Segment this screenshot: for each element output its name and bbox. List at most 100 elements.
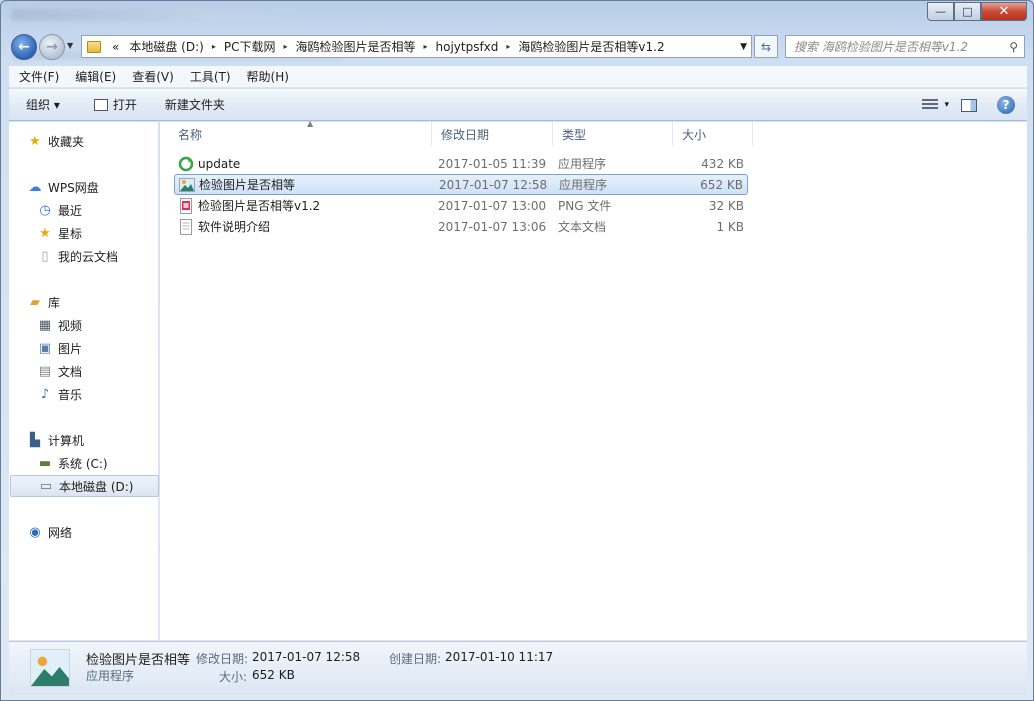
menu-help[interactable]: 帮助(H) [239, 68, 297, 85]
back-arrow-icon: ← [18, 39, 30, 55]
system-drive-icon: ▬ [38, 455, 52, 471]
file-size: 432 KB [701, 156, 744, 171]
help-icon[interactable]: ? [997, 96, 1015, 114]
address-bar[interactable]: « 本地磁盘 (D:) ▸ PC下载网 ▸ 海鸥检验图片是否相等 ▸ hojyt… [81, 35, 752, 58]
new-folder-button[interactable]: 新建文件夹 [156, 93, 234, 117]
breadcrumb-separator-icon[interactable]: ▸ [420, 42, 430, 51]
sidebar-item-label: 视频 [58, 318, 83, 333]
library-folder-icon: ▰ [30, 294, 40, 310]
file-name: 软件说明介绍 [198, 220, 271, 234]
table-row[interactable]: 检验图片是否相等v1.2 2017-01-07 13:00 PNG 文件 32 … [174, 195, 748, 216]
view-options-icon[interactable] [922, 99, 939, 111]
breadcrumb-drive-d[interactable]: 本地磁盘 (D:) [124, 38, 208, 55]
sidebar-item-label: 系统 (C:) [58, 456, 108, 471]
toolbar-right: ▾ ? [922, 89, 1027, 121]
sidebar-item-favorites[interactable]: ★ 收藏夹 [27, 130, 176, 152]
file-modified: 2017-01-07 12:58 [439, 177, 548, 192]
open-icon [93, 98, 108, 111]
network-icon: ◉ [29, 524, 41, 540]
menu-tools[interactable]: 工具(T) [182, 68, 239, 85]
folder-icon [87, 40, 101, 53]
refresh-button[interactable]: ⇆ [754, 35, 778, 58]
column-header-type[interactable]: 类型 [553, 122, 673, 146]
sidebar-item-label: 最近 [58, 203, 83, 218]
close-button[interactable]: ✕ [981, 2, 1027, 21]
menu-view[interactable]: 查看(V) [124, 68, 182, 85]
file-size: 652 KB [700, 177, 743, 192]
forward-arrow-icon: → [46, 39, 58, 55]
details-created-label: 创建日期: [389, 652, 442, 666]
table-row[interactable]: 检验图片是否相等 2017-01-07 12:58 应用程序 652 KB [174, 174, 748, 195]
minimize-button[interactable]: — [927, 2, 954, 21]
breadcrumb-subfolder[interactable]: hojytpsfxd [431, 40, 504, 54]
back-button[interactable]: ← [11, 34, 37, 60]
sidebar-item-label: 星标 [58, 226, 83, 241]
menu-bar: 文件(F) 编辑(E) 查看(V) 工具(T) 帮助(H) [9, 66, 1027, 88]
table-row[interactable]: 软件说明介绍 2017-01-07 13:06 文本文档 1 KB [174, 216, 748, 237]
blurred-title-text [11, 9, 291, 21]
music-icon: ♪ [40, 386, 50, 402]
sidebar-item-label: WPS网盘 [48, 180, 99, 195]
sidebar-item-wps[interactable]: ☁ WPS网盘 [27, 176, 176, 198]
png-icon [180, 197, 192, 214]
sidebar-item-library[interactable]: ▰ 库 [27, 291, 176, 313]
sort-ascending-icon: ▲ [307, 119, 314, 128]
column-header-size[interactable]: 大小 [673, 122, 753, 146]
breadcrumb-separator-icon[interactable]: ▸ [503, 42, 513, 51]
sidebar-item-label: 我的云文档 [58, 249, 119, 264]
star-icon: ★ [29, 133, 41, 149]
cloud-icon: ☁ [28, 179, 42, 195]
sidebar-item-label: 收藏夹 [48, 134, 85, 149]
open-button[interactable]: 打开 [85, 93, 146, 117]
maximize-button[interactable]: □ [954, 2, 981, 21]
details-pane: 检验图片是否相等 应用程序 修改日期: 2017-01-07 12:58 创建日… [9, 641, 1027, 695]
preview-pane-icon[interactable] [961, 98, 977, 112]
menu-edit[interactable]: 编辑(E) [67, 68, 124, 85]
breadcrumb-current[interactable]: 海鸥检验图片是否相等v1.2 [513, 38, 669, 55]
file-list: 名称 ▲ 修改日期 类型 大小 update 2017-01-05 11:39 … [160, 119, 1027, 640]
file-type: 应用程序 [559, 178, 608, 192]
update-icon [178, 156, 194, 171]
file-type: 文本文档 [558, 220, 607, 234]
organize-button[interactable]: 组织 ▾ [17, 93, 69, 117]
column-header-modified[interactable]: 修改日期 [432, 122, 553, 146]
file-type: PNG 文件 [558, 199, 612, 213]
column-label: 修改日期 [441, 127, 490, 142]
breadcrumb-separator-icon[interactable]: ▸ [280, 42, 290, 51]
file-size: 1 KB [716, 219, 744, 234]
details-created-value: 2017-01-10 11:17 [445, 650, 554, 664]
document-icon: ▤ [38, 363, 52, 379]
command-bar: 组织 ▾ 打开 新建文件夹 ▾ ? [9, 89, 1027, 121]
open-label: 打开 [112, 98, 137, 112]
search-input[interactable]: 搜索 海鸥检验图片是否相等v1.2 ⚲ [785, 35, 1025, 58]
table-row[interactable]: update 2017-01-05 11:39 应用程序 432 KB [174, 153, 748, 174]
sidebar-item-label: 计算机 [48, 433, 85, 448]
breadcrumb-pc-download[interactable]: PC下载网 [219, 38, 281, 55]
drive-icon: ▭ [39, 478, 53, 494]
file-size: 32 KB [708, 198, 744, 213]
column-header-name[interactable]: 名称 ▲ [169, 119, 432, 146]
forward-button[interactable]: → [39, 34, 65, 60]
search-icon[interactable]: ⚲ [1009, 40, 1018, 54]
breadcrumb-app-folder[interactable]: 海鸥检验图片是否相等 [290, 38, 420, 55]
menu-file[interactable]: 文件(F) [11, 68, 67, 85]
details-size-label: 大小: [219, 670, 248, 684]
address-dropdown-icon[interactable]: ▼ [740, 42, 751, 52]
sidebar-item-drive-d[interactable]: ▭ 本地磁盘 (D:) [10, 475, 159, 497]
navigation-pane: ★ 收藏夹 ☁ WPS网盘 ◷ 最近 ★ 星标 ▯ 我的云文档 ▰ 库 ▦ 视频 ▣ 图片 ▤ 文… [9, 122, 159, 640]
breadcrumb-separator-icon[interactable]: ▸ [209, 42, 219, 51]
app-image-icon [30, 649, 70, 687]
file-modified: 2017-01-05 11:39 [438, 156, 547, 171]
sidebar-item-label: 图片 [58, 341, 83, 356]
details-modified-label: 修改日期: [196, 652, 249, 666]
breadcrumb-overflow[interactable]: « [107, 40, 124, 54]
sidebar-item-network[interactable]: ◉ 网络 [27, 521, 176, 543]
explorer-window: — □ ✕ ← → ▼ « 本地磁盘 (D:) ▸ PC下载网 ▸ 海鸥检验图片… [0, 0, 1034, 701]
sidebar-item-computer[interactable]: ▙ 计算机 [27, 429, 176, 451]
details-file-type: 应用程序 [86, 669, 135, 683]
sidebar-item-label: 音乐 [58, 387, 83, 402]
sidebar-item-label: 网络 [48, 525, 73, 540]
view-dropdown-icon[interactable]: ▾ [944, 100, 949, 110]
recent-pages-dropdown[interactable]: ▼ [67, 41, 73, 50]
file-name: 检验图片是否相等v1.2 [198, 199, 321, 213]
